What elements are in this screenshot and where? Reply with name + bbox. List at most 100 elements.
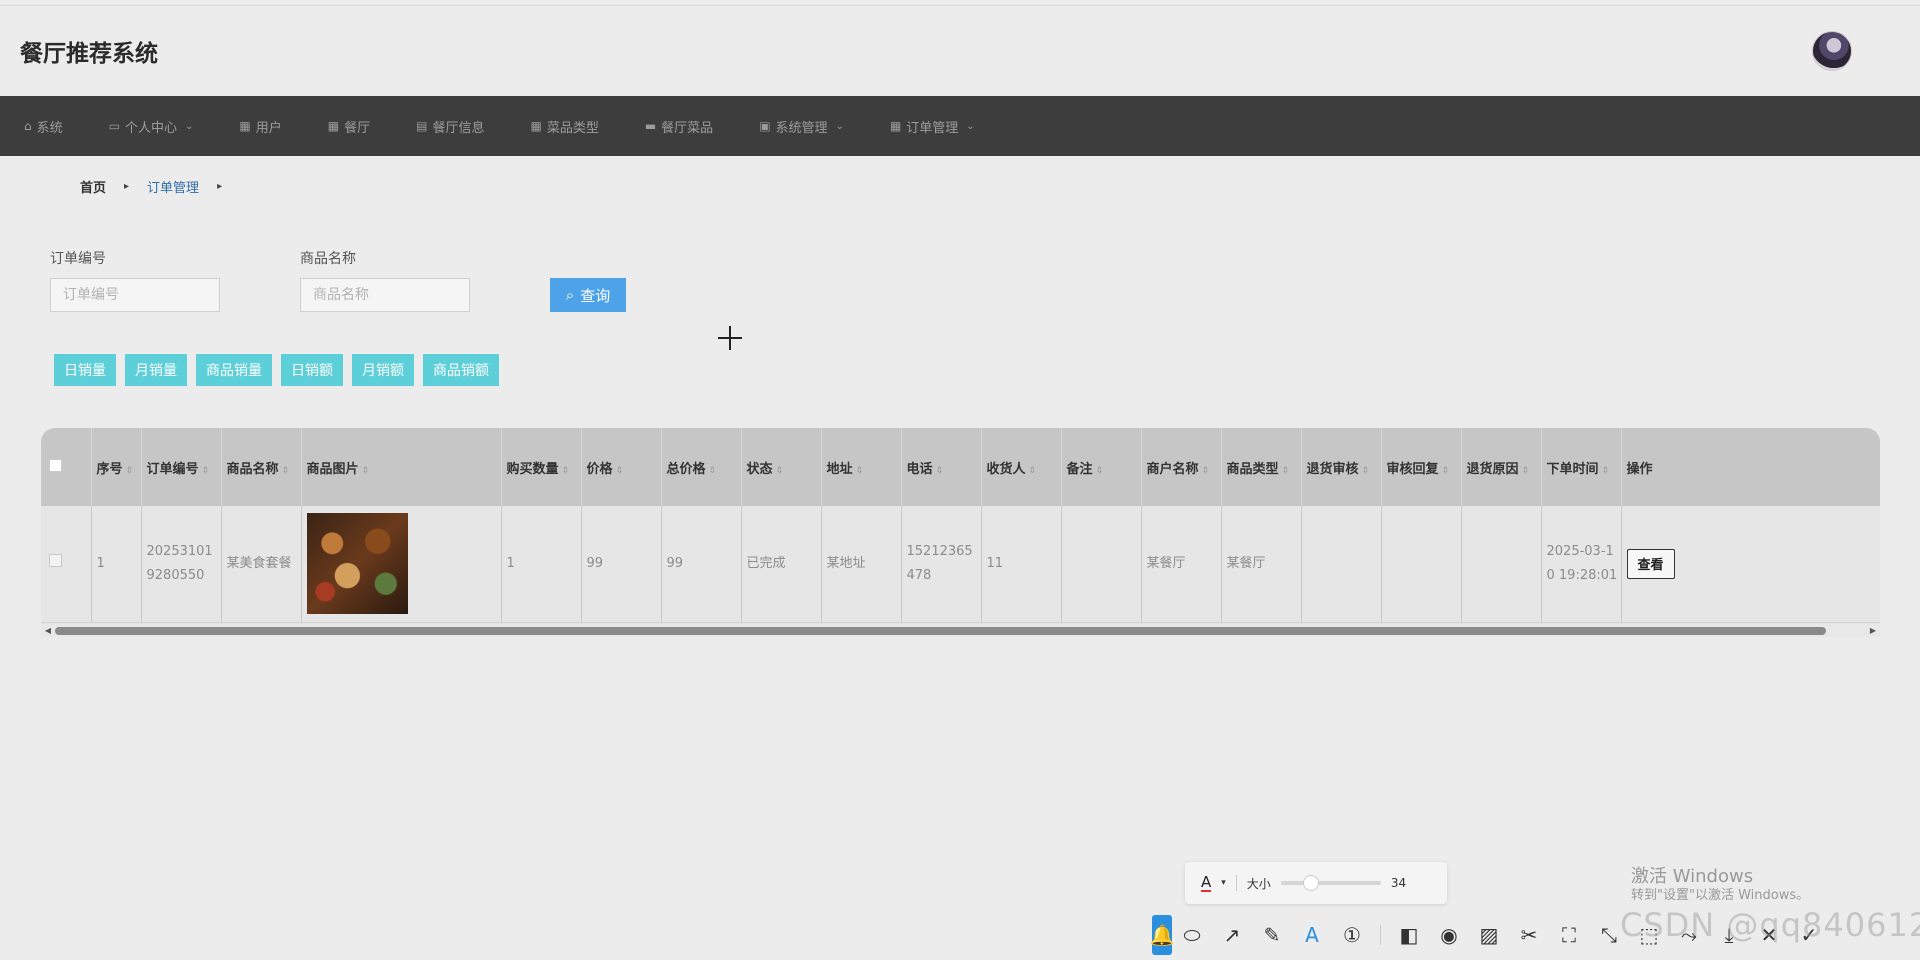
- breadcrumb-current[interactable]: 订单管理: [147, 177, 199, 196]
- column-header[interactable]: 审核回复 ⇕: [1381, 428, 1462, 506]
- text-icon[interactable]: A: [1292, 915, 1332, 955]
- table-cell: [1461, 506, 1542, 623]
- breadcrumb-home[interactable]: 首页: [80, 177, 106, 196]
- sort-icon[interactable]: ⇕: [1522, 466, 1530, 476]
- hatch-icon[interactable]: ▨: [1469, 915, 1509, 955]
- table-cell: 1: [91, 506, 142, 623]
- stat-button-4[interactable]: 月销额: [352, 354, 414, 386]
- sort-icon[interactable]: ⇕: [776, 466, 784, 476]
- column-header[interactable]: 退货审核 ⇕: [1301, 428, 1382, 506]
- view-button[interactable]: 查看: [1626, 548, 1675, 579]
- sort-icon[interactable]: ⇕: [936, 466, 944, 476]
- mosaic-icon[interactable]: ◧: [1389, 915, 1429, 955]
- column-header-label: 电话: [906, 461, 933, 477]
- column-header[interactable]: 商品图片 ⇕: [301, 428, 502, 506]
- stat-button-2[interactable]: 商品销量: [196, 354, 272, 386]
- column-header[interactable]: 总价格 ⇕: [661, 428, 742, 506]
- orders-table-container: 序号 ⇕ 订单编号 ⇕ 商品名称 ⇕ 商品图片 ⇕ 购买数量 ⇕ 价格 ⇕ 总价格 ⇕ 状态 ⇕ 地址 ⇕ 电话 ⇕ 收…: [41, 428, 1880, 637]
- size-slider-knob[interactable]: [1302, 875, 1319, 891]
- column-header[interactable]: 地址 ⇕: [821, 428, 902, 506]
- nav-item-3[interactable]: ▦ 餐厅: [328, 117, 370, 136]
- stat-button-3[interactable]: 日销额: [281, 354, 343, 386]
- nav-item-6[interactable]: ▬ 餐厅菜品: [645, 117, 713, 136]
- column-header[interactable]: 商品名称 ⇕: [221, 428, 302, 506]
- chevron-down-icon[interactable]: ▾: [1221, 878, 1226, 888]
- scroll-right-icon[interactable]: ▶: [1866, 626, 1880, 635]
- table-horizontal-scrollbar[interactable]: ◀ ▶: [41, 624, 1880, 637]
- column-header[interactable]: 商品类型 ⇕: [1221, 428, 1302, 506]
- stat-button-1[interactable]: 月销量: [125, 354, 187, 386]
- breadcrumb-separator-icon: ▸: [124, 181, 130, 192]
- sort-icon[interactable]: ⇕: [709, 466, 717, 476]
- shape-icon[interactable]: ⬭: [1172, 915, 1212, 955]
- scrollbar-thumb[interactable]: [55, 626, 1826, 635]
- size-slider[interactable]: [1280, 875, 1381, 891]
- sort-icon[interactable]: ⇕: [1362, 466, 1370, 476]
- sort-icon[interactable]: ⇕: [362, 466, 370, 476]
- blur-icon[interactable]: ◉: [1429, 915, 1469, 955]
- nav-item-8[interactable]: ▦ 订单管理 ⌄: [890, 117, 975, 136]
- table-cell: [1301, 506, 1382, 623]
- column-header[interactable]: 下单时间 ⇕: [1541, 428, 1622, 506]
- sort-icon[interactable]: ⇕: [202, 466, 210, 476]
- column-header[interactable]: 退货原因 ⇕: [1461, 428, 1542, 506]
- bell-icon[interactable]: 🔔: [1150, 915, 1174, 955]
- column-header[interactable]: 购买数量 ⇕: [501, 428, 582, 506]
- column-header[interactable]: 价格 ⇕: [581, 428, 662, 506]
- column-header[interactable]: 商户名称 ⇕: [1141, 428, 1222, 506]
- sort-icon[interactable]: ⇕: [126, 466, 134, 476]
- clipboard-icon: ▤: [416, 119, 428, 133]
- query-button[interactable]: ⌕ 查询: [550, 278, 626, 312]
- query-button-label: 查询: [580, 286, 611, 305]
- table-cell: 15212365478: [901, 506, 982, 623]
- toolbar-divider: [1380, 925, 1381, 945]
- sort-icon[interactable]: ⇕: [1602, 466, 1610, 476]
- nav-item-0[interactable]: ⌂ 系统: [24, 117, 63, 136]
- sort-icon[interactable]: ⇕: [282, 466, 290, 476]
- column-header[interactable]: 序号 ⇕: [91, 428, 142, 506]
- order-no-input[interactable]: [50, 278, 220, 312]
- actions-cell: 查看: [1621, 506, 1880, 623]
- column-header[interactable]: 状态 ⇕: [741, 428, 822, 506]
- row-checkbox[interactable]: [49, 553, 62, 567]
- sort-icon[interactable]: ⇕: [1282, 466, 1290, 476]
- nav-item-1[interactable]: ▭ 个人中心 ⌄: [109, 117, 194, 136]
- stat-button-0[interactable]: 日销量: [54, 354, 116, 386]
- table-cell: 1: [501, 506, 582, 623]
- select-all-checkbox[interactable]: [49, 458, 62, 472]
- nav-item-label: 个人中心: [124, 120, 177, 136]
- nav-item-5[interactable]: ▦ 菜品类型: [530, 117, 598, 136]
- sort-icon[interactable]: ⇕: [562, 466, 570, 476]
- stat-button-5[interactable]: 商品销额: [423, 354, 499, 386]
- sort-icon[interactable]: ⇕: [1096, 466, 1104, 476]
- product-name-input[interactable]: [300, 278, 470, 312]
- column-header-label: 商品名称: [226, 461, 279, 477]
- pen-icon[interactable]: ✎: [1252, 915, 1292, 955]
- sort-icon[interactable]: ⇕: [1442, 466, 1450, 476]
- nav-item-4[interactable]: ▤ 餐厅信息: [416, 117, 484, 136]
- scroll-left-icon[interactable]: ◀: [41, 626, 55, 635]
- column-header[interactable]: 电话 ⇕: [901, 428, 982, 506]
- arrow-icon[interactable]: ↗: [1212, 915, 1252, 955]
- select-all-header: [41, 428, 92, 506]
- number-icon[interactable]: ①: [1332, 915, 1372, 955]
- ocr-icon[interactable]: ⛶: [1549, 915, 1589, 955]
- user-avatar[interactable]: [1812, 31, 1852, 71]
- column-header[interactable]: 订单编号 ⇕: [141, 428, 222, 506]
- nav-item-label: 系统管理: [775, 120, 828, 136]
- column-header[interactable]: 备注 ⇕: [1061, 428, 1142, 506]
- nav-item-7[interactable]: ▣ 系统管理 ⌄: [759, 117, 844, 136]
- sort-icon[interactable]: ⇕: [1202, 466, 1210, 476]
- stats-button-group: 日销量 月销量 商品销量 日销额 月销额 商品销额: [0, 312, 1920, 386]
- app-title: 餐厅推荐系统: [20, 41, 158, 67]
- sort-icon[interactable]: ⇕: [856, 466, 864, 476]
- column-header[interactable]: 收货人 ⇕: [981, 428, 1062, 506]
- nav-item-2[interactable]: ▦ 用户: [239, 117, 281, 136]
- sort-icon[interactable]: ⇕: [616, 466, 624, 476]
- sort-icon[interactable]: ⇕: [1029, 466, 1037, 476]
- activation-title: 激活 Windows: [1631, 866, 1754, 887]
- font-color-picker[interactable]: A: [1201, 874, 1212, 892]
- pin-icon[interactable]: ✂: [1509, 915, 1549, 955]
- column-header-label: 地址: [826, 461, 853, 477]
- product-image[interactable]: [306, 513, 408, 615]
